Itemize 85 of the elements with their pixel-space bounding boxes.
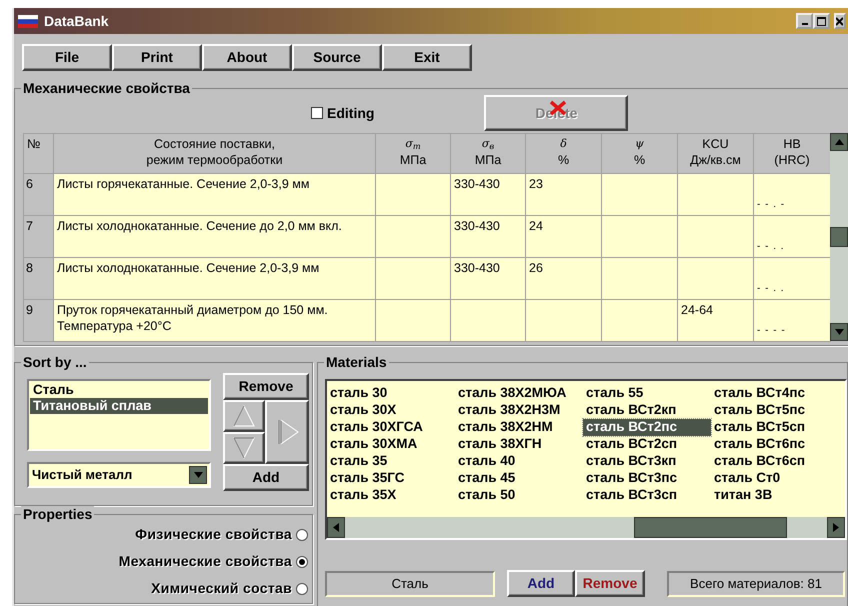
menu-button[interactable]: Exit (382, 44, 472, 71)
list-item[interactable]: сталь ВСт3пс (583, 470, 711, 487)
list-item[interactable]: сталь 30Х (327, 402, 455, 419)
list-item[interactable]: сталь 55 (583, 385, 711, 402)
table-cell: 23 (529, 177, 543, 191)
table-cell: - - . . (757, 283, 785, 294)
remove-button[interactable]: Remove (575, 570, 645, 597)
menu-button[interactable]: Print (112, 44, 202, 71)
table-cell: Листы холоднокатанные. Сечение до 2,0 мм вкл. (57, 219, 342, 233)
list-item[interactable]: сталь ВСт5сп (711, 419, 839, 436)
group-title: Properties (21, 506, 94, 522)
list-item[interactable]: сталь ВСт2пс (583, 419, 711, 436)
column-header: σ$_{т}$ (404, 136, 422, 152)
list-item[interactable]: сталь ВСт5пс (711, 402, 839, 419)
column-header: KCU (701, 136, 730, 152)
table-cell: Пруток горячекатанный диаметром до 150 мм. Температура +20°C (57, 303, 328, 333)
column-header: Состояние поставки, (153, 136, 276, 152)
list-item[interactable]: сталь ВСт2сп (583, 436, 711, 453)
table-cell: 330-430 (454, 177, 500, 191)
menu-button[interactable]: File (22, 44, 112, 71)
list-item[interactable]: сталь ВСт6пс (711, 436, 839, 453)
table-cell: 24 (529, 219, 543, 233)
current-material-field: Сталь (325, 570, 495, 596)
group-title: Materials (324, 354, 389, 370)
column-header: % (556, 152, 570, 168)
list-item[interactable]: сталь 38Х2НМ (455, 419, 583, 436)
add-button[interactable]: Add (507, 570, 575, 597)
column-header: HB (782, 136, 802, 152)
add-button[interactable]: Add (223, 464, 309, 491)
column-header: режим термообработки (145, 152, 284, 168)
radio-option[interactable]: Физические свойства (135, 524, 308, 545)
remove-button[interactable]: Remove (223, 373, 309, 400)
column-header: № (27, 136, 42, 152)
table-cell: - - . - (757, 199, 786, 210)
list-item[interactable]: сталь ВСт2кп (583, 402, 711, 419)
list-item[interactable]: сталь 35Х (327, 487, 455, 504)
list-item[interactable]: сталь 35ГС (327, 470, 455, 487)
table-cell: 24-64 (681, 303, 713, 317)
row-number: 7 (26, 219, 33, 233)
table-cell: 26 (529, 261, 543, 275)
radio-option[interactable]: Химический состав (151, 578, 308, 599)
list-item[interactable]: сталь 38Х2МЮА (455, 385, 583, 402)
table-cell: 330-430 (454, 261, 500, 275)
list-item[interactable]: Сталь (30, 382, 208, 398)
list-item[interactable]: сталь 35 (327, 453, 455, 470)
list-item[interactable]: сталь 38Х2Н3М (455, 402, 583, 419)
list-item[interactable]: титан 3В (711, 487, 839, 504)
window-title: DataBank (44, 12, 109, 30)
table-cell: Листы холоднокатанные. Сечение 2,0-3,9 мм (57, 261, 320, 275)
column-header: σ$_{в}$ (480, 136, 496, 152)
row-number: 8 (26, 261, 33, 275)
column-header: МПа (474, 152, 502, 168)
column-header: Дж/кв.см (689, 152, 742, 168)
menu-button[interactable]: Source (292, 44, 382, 71)
column-header: δ (559, 136, 568, 152)
list-item[interactable]: сталь 30ХГСА (327, 419, 455, 436)
list-item[interactable]: сталь 30 (327, 385, 455, 402)
list-item[interactable]: Титановый сплав (30, 398, 208, 414)
editing-checkbox[interactable]: Editing (311, 102, 374, 124)
column-header: ψ (634, 136, 645, 152)
list-item[interactable]: сталь ВСт6сп (711, 453, 839, 470)
total-count-field: Всего материалов: 81 (667, 570, 845, 596)
list-item[interactable]: сталь ВСт4пс (711, 385, 839, 402)
list-item[interactable]: сталь 38ХГН (455, 436, 583, 453)
row-number: 6 (26, 177, 33, 191)
row-number: 9 (26, 303, 33, 317)
table-cell: - - . . (757, 241, 785, 252)
table-cell: Листы горячекатанные. Сечение 2,0-3,9 мм (57, 177, 310, 191)
list-item[interactable]: сталь 45 (455, 470, 583, 487)
radio-option[interactable]: Механические свойства (118, 551, 308, 572)
column-header: (HRC) (773, 152, 811, 168)
table-cell: - - - - (757, 325, 786, 336)
list-item[interactable]: сталь 40 (455, 453, 583, 470)
list-item[interactable]: сталь ВСт3кп (583, 453, 711, 470)
material-type-dropdown[interactable]: Чистый металл (27, 462, 211, 488)
list-item[interactable]: сталь 50 (455, 487, 583, 504)
list-item[interactable]: сталь ВСт3сп (583, 487, 711, 504)
list-item[interactable]: сталь 30ХМА (327, 436, 455, 453)
group-title: Sort by ... (21, 354, 89, 370)
table-cell: 330-430 (454, 219, 500, 233)
group-title: Механические свойства (21, 80, 192, 96)
column-header: % (632, 152, 646, 168)
column-header: МПа (398, 152, 428, 168)
list-item[interactable]: сталь Ст0 (711, 470, 839, 487)
menu-button[interactable]: About (202, 44, 292, 71)
